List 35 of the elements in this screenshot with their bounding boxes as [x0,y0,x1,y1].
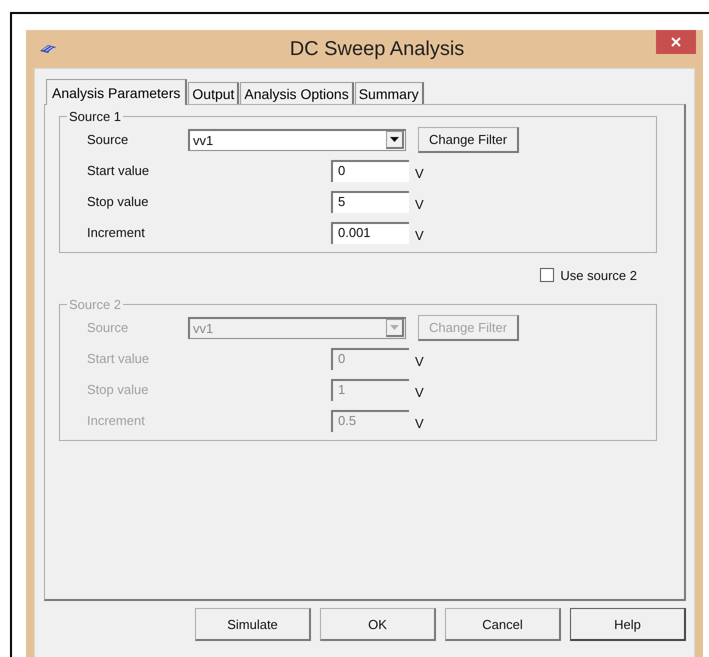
source-dropdown[interactable]: vv1 [188,128,406,150]
unit-label: V [415,197,424,212]
dialog-button[interactable]: Cancel [445,608,561,641]
input-field[interactable]: 0.001 [331,222,409,244]
window-title: DC Sweep Analysis [288,38,466,60]
dialog-button[interactable]: Help [570,608,686,641]
field-label: Start value [87,351,150,366]
field-label: Increment [87,225,146,240]
field-label: Increment [87,413,146,428]
unit-label: V [415,416,424,431]
app-icon [38,43,58,55]
checkbox[interactable] [540,268,554,282]
unit-label: V [415,228,424,243]
checkbox-label[interactable]: Use source 2 [560,268,637,282]
unit-label: V [415,166,424,181]
unit-label: V [415,354,424,369]
group-title: Source 1 [68,109,122,124]
dialog-button[interactable]: OK [320,608,436,641]
close-button[interactable] [656,30,696,54]
tab[interactable]: Analysis Options [240,82,354,104]
field-label: Source [87,320,130,335]
dialog-button[interactable]: Simulate [195,608,311,641]
field-label: Stop value [87,382,150,397]
input-field[interactable]: 0 [331,160,409,182]
tab[interactable]: Summary [354,82,424,104]
change-filter-button[interactable]: Change Filter [418,126,520,152]
tab[interactable]: Output [188,82,240,104]
field-label: Source [87,132,130,147]
field-label: Start value [87,163,150,178]
input-field[interactable]: 5 [331,190,409,212]
tab[interactable]: Analysis Parameters [46,79,188,105]
close-icon [671,37,681,47]
unit-label: V [415,385,424,400]
group-title: Source 2 [68,297,122,312]
field-label: Stop value [87,194,150,209]
